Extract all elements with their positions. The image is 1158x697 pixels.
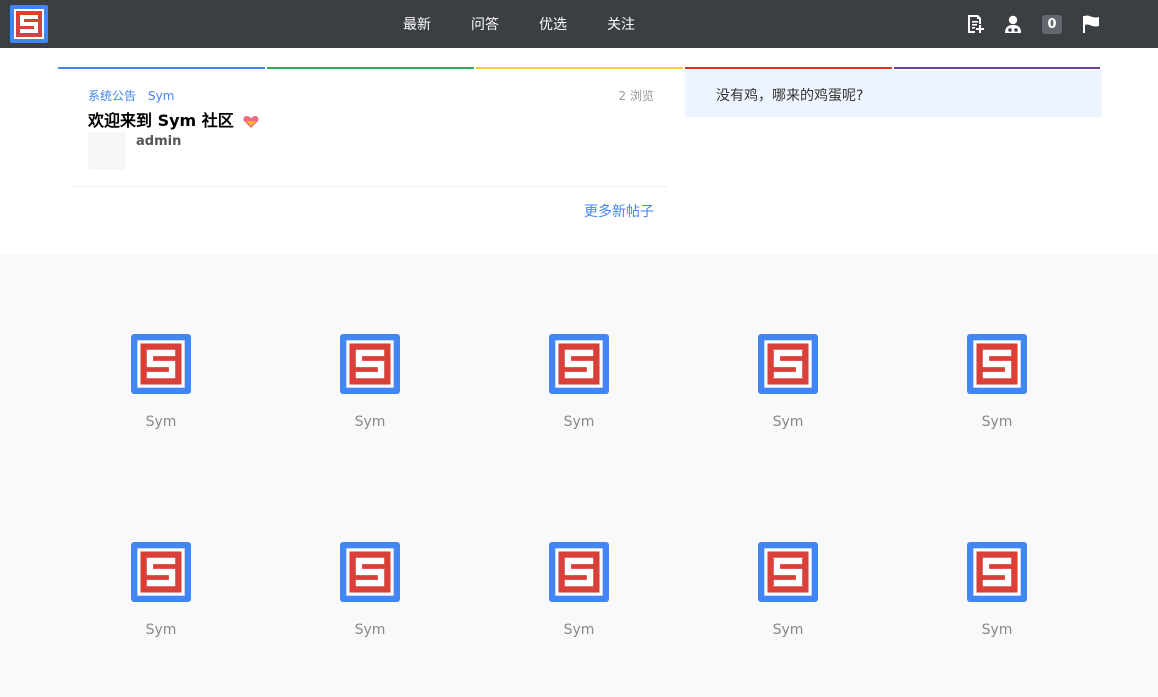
sym-logo-icon bbox=[340, 334, 400, 394]
view-count: 2 浏览 bbox=[618, 89, 654, 103]
tile-item[interactable]: Sym bbox=[265, 542, 475, 638]
notification-count-badge[interactable]: 0 bbox=[1042, 15, 1062, 34]
tag-sym[interactable]: Sym bbox=[148, 89, 174, 103]
sym-logo-icon bbox=[967, 334, 1027, 394]
post-tags: 系统公告 Sym bbox=[88, 87, 186, 104]
accent-bar-red bbox=[685, 67, 892, 69]
nav-featured[interactable]: 优选 bbox=[539, 14, 567, 34]
tag-announcement[interactable]: 系统公告 bbox=[88, 89, 136, 103]
flag-icon[interactable] bbox=[1081, 14, 1101, 34]
post-divider bbox=[73, 186, 668, 187]
nav-qa[interactable]: 问答 bbox=[471, 14, 499, 34]
sym-logo-icon bbox=[967, 542, 1027, 602]
nav-latest[interactable]: 最新 bbox=[403, 14, 431, 34]
tile-item[interactable]: Sym bbox=[265, 334, 475, 430]
new-post-icon[interactable] bbox=[965, 14, 985, 34]
tile-item[interactable]: Sym bbox=[474, 334, 684, 430]
post-title-text[interactable]: 欢迎来到 Sym 社区 bbox=[88, 111, 234, 130]
tile-item[interactable]: Sym bbox=[892, 334, 1102, 430]
tile-label: Sym bbox=[981, 622, 1013, 638]
sym-logo-icon bbox=[340, 542, 400, 602]
more-posts-link[interactable]: 更多新帖子 bbox=[584, 201, 654, 221]
tile-item[interactable]: Sym bbox=[892, 542, 1102, 638]
tile-item[interactable]: Sym bbox=[683, 542, 893, 638]
accent-bar-green bbox=[267, 67, 474, 69]
sym-logo-icon bbox=[549, 542, 609, 602]
tile-item[interactable]: Sym bbox=[474, 542, 684, 638]
tile-label: Sym bbox=[145, 622, 177, 638]
author-name[interactable]: admin bbox=[136, 134, 181, 149]
accent-bar-yellow bbox=[476, 67, 683, 69]
author-avatar[interactable] bbox=[88, 132, 126, 170]
sym-logo-icon bbox=[131, 334, 191, 394]
sym-logo-icon bbox=[758, 334, 818, 394]
tile-label: Sym bbox=[145, 414, 177, 430]
tile-label: Sym bbox=[563, 414, 595, 430]
accent-bar-purple bbox=[894, 67, 1100, 69]
main-nav: 最新 问答 优选 关注 bbox=[403, 0, 635, 48]
tile-item[interactable]: Sym bbox=[56, 542, 266, 638]
tile-label: Sym bbox=[354, 622, 386, 638]
heart-icon bbox=[243, 115, 259, 128]
tile-label: Sym bbox=[772, 622, 804, 638]
sym-logo-icon bbox=[549, 334, 609, 394]
tile-item[interactable]: Sym bbox=[683, 334, 893, 430]
sym-logo-icon bbox=[131, 542, 191, 602]
nav-following[interactable]: 关注 bbox=[607, 14, 635, 34]
sidebar-quote: 没有鸡，哪来的鸡蛋呢? bbox=[716, 88, 864, 104]
user-icon[interactable] bbox=[1003, 14, 1023, 34]
tile-item[interactable]: Sym bbox=[56, 334, 266, 430]
tile-label: Sym bbox=[981, 414, 1013, 430]
sym-logo-icon bbox=[758, 542, 818, 602]
tile-label: Sym bbox=[772, 414, 804, 430]
tile-label: Sym bbox=[563, 622, 595, 638]
tile-label: Sym bbox=[354, 414, 386, 430]
post-title[interactable]: 欢迎来到 Sym 社区 bbox=[88, 107, 259, 131]
sym-logo[interactable] bbox=[10, 5, 48, 43]
accent-bar-blue bbox=[58, 67, 265, 69]
top-navbar: 最新 问答 优选 关注 0 bbox=[0, 0, 1158, 48]
sidebar-quote-box: 没有鸡，哪来的鸡蛋呢? bbox=[685, 70, 1102, 117]
